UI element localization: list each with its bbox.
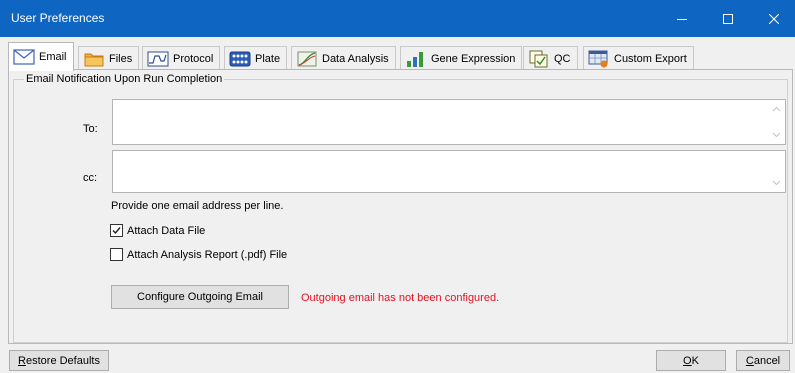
tab-label: Gene Expression [431, 52, 516, 65]
minimize-icon [677, 18, 687, 20]
bar-chart-icon [405, 50, 427, 68]
cancel-button[interactable]: Cancel [736, 350, 790, 371]
window-title: User Preferences [11, 11, 105, 25]
to-input[interactable] [112, 99, 786, 145]
protocol-graph-icon [147, 50, 169, 68]
button-label: K [691, 354, 699, 367]
plate-icon [229, 50, 251, 68]
to-label: To: [83, 123, 98, 135]
tab-label: Plate [255, 52, 281, 65]
scroll-down-icon [772, 132, 781, 138]
envelope-icon [13, 48, 35, 66]
tab-label: Data Analysis [322, 52, 389, 65]
qc-checklist-icon [528, 50, 550, 68]
tab-label: Email [39, 51, 67, 63]
mnemonic: O [683, 354, 692, 367]
mnemonic: R [18, 354, 26, 367]
tab-files[interactable]: Files [78, 46, 140, 70]
email-notification-group: Email Notification Upon Run Completion T… [13, 73, 788, 343]
tab-label: Protocol [173, 52, 214, 65]
checkbox-box[interactable] [110, 224, 123, 237]
maximize-button[interactable] [705, 0, 751, 37]
tab-protocol[interactable]: Protocol [142, 46, 221, 70]
tab-label: Custom Export [614, 52, 687, 65]
folder-icon [83, 50, 105, 68]
checkbox-label: Attach Data File [127, 224, 206, 237]
restore-defaults-button[interactable]: Restore Defaults [9, 350, 109, 371]
cc-label: cc: [83, 172, 98, 184]
email-tab-panel: Email Notification Upon Run Completion T… [8, 69, 793, 344]
configure-outgoing-email-button[interactable]: Configure Outgoing Email [111, 285, 289, 309]
button-label: estore Defaults [25, 354, 100, 367]
title-bar[interactable]: User Preferences [0, 0, 795, 37]
email-config-status: Outgoing email has not been configured. [301, 292, 500, 304]
scroll-down-icon [772, 180, 781, 186]
to-scrollbar[interactable] [768, 100, 785, 144]
close-icon [769, 13, 779, 24]
tab-custom-export[interactable]: Custom Export [583, 46, 694, 70]
tab-email[interactable]: Email [8, 42, 74, 71]
cc-input[interactable] [112, 150, 786, 193]
checkmark-icon [112, 227, 121, 235]
attach-analysis-report-checkbox[interactable]: Attach Analysis Report (.pdf) File [110, 248, 287, 261]
tab-label: QC [554, 52, 571, 65]
tab-plate[interactable]: Plate [224, 46, 288, 70]
checkbox-label: Attach Analysis Report (.pdf) File [127, 248, 288, 261]
tab-gene-expression[interactable]: Gene Expression [400, 46, 523, 70]
analysis-curve-icon [296, 50, 318, 68]
mnemonic: C [745, 354, 754, 367]
minimize-button[interactable] [659, 0, 705, 37]
button-label: ancel [753, 354, 781, 367]
close-button[interactable] [751, 0, 795, 37]
cc-scrollbar[interactable] [768, 151, 785, 192]
ok-button[interactable]: OK [656, 350, 726, 371]
checkbox-box[interactable] [110, 248, 123, 261]
attach-data-file-checkbox[interactable]: Attach Data File [110, 224, 205, 237]
maximize-icon [723, 13, 733, 24]
email-hint: Provide one email address per line. [111, 200, 284, 212]
tab-data-analysis[interactable]: Data Analysis [291, 46, 396, 70]
tab-qc[interactable]: QC [523, 46, 578, 70]
tab-label: Files [109, 52, 133, 65]
scroll-up-icon [772, 106, 781, 112]
export-table-icon [588, 50, 610, 68]
group-title: Email Notification Upon Run Completion [24, 73, 225, 85]
tab-strip: Email Files Protocol Plate Data Analysis… [8, 42, 793, 71]
